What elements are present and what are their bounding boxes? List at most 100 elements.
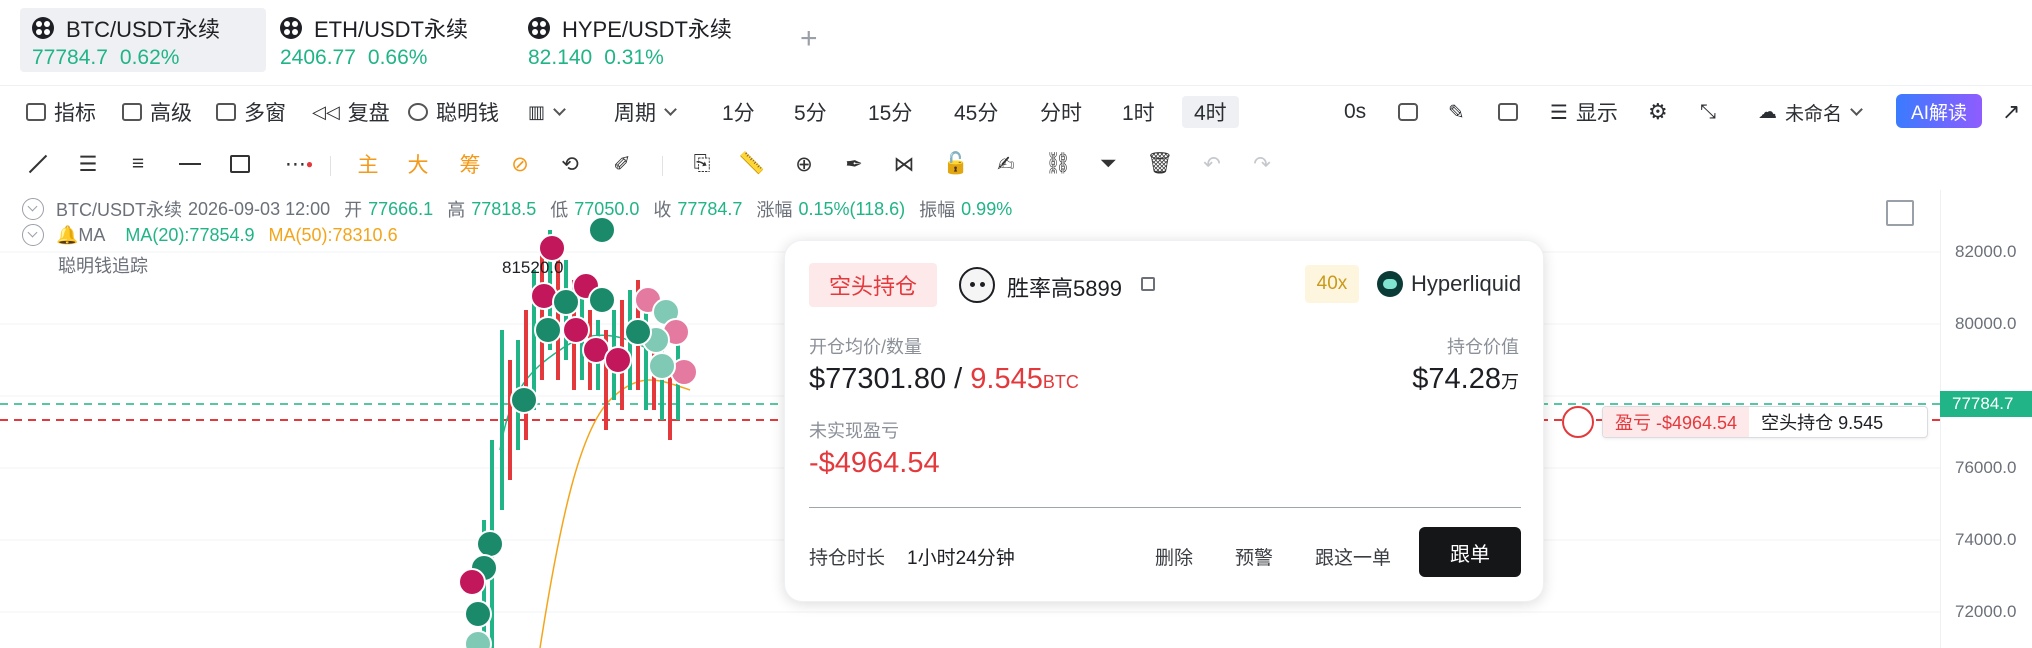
- y-axis: 82000.0 80000.0 76000.0 74000.0 72000.0: [1940, 190, 2032, 648]
- current-price-tag: 77784.7: [1940, 391, 2032, 417]
- magnet-icon[interactable]: ⋈: [892, 152, 916, 176]
- y-tick: 72000.0: [1955, 602, 2017, 621]
- copy-trade-button[interactable]: 跟单: [1419, 527, 1521, 577]
- legend-change: 0.15%(118.6): [798, 198, 906, 219]
- leverage-badge: 40x: [1305, 265, 1359, 303]
- tab-btc[interactable]: BTC/USDT永续 77784.7 0.62%: [20, 8, 266, 72]
- list-icon: ☰: [1550, 101, 1568, 124]
- duration-value: 1小时24分钟: [907, 548, 1015, 569]
- advanced-button[interactable]: 高级: [122, 96, 192, 128]
- rewind-icon: ◁◁: [312, 101, 340, 122]
- display-button[interactable]: ☰ 显示: [1550, 96, 1618, 128]
- smart-money-button[interactable]: 聪明钱: [408, 96, 499, 128]
- chevron-down-icon: [1850, 102, 1863, 116]
- marker-icon[interactable]: ✒: [842, 152, 866, 176]
- multi-window-button[interactable]: 多窗: [216, 96, 286, 128]
- add-tab-button[interactable]: +: [800, 22, 818, 56]
- big-order-toggle[interactable]: 大: [406, 152, 430, 177]
- add-window-icon[interactable]: [1498, 96, 1526, 128]
- ticker-tabs: BTC/USDT永续 77784.7 0.62% ETH/USDT永续 2406.…: [0, 0, 2032, 86]
- interval-1m[interactable]: 1分: [722, 96, 755, 128]
- trash-icon[interactable]: 🗑: [1147, 152, 1174, 176]
- zoom-in-icon[interactable]: ⊕: [792, 152, 816, 176]
- pattern-tool-icon[interactable]: ⊘: [508, 152, 532, 176]
- redo-icon[interactable]: ↷: [1250, 152, 1274, 176]
- camera-icon[interactable]: [1398, 96, 1426, 128]
- candles-icon: ▥: [528, 101, 546, 122]
- collapse-icon[interactable]: ⤡: [1700, 96, 1716, 128]
- bookmark-icon[interactable]: ⎘: [690, 152, 714, 176]
- legend-close: 77784.7: [677, 198, 743, 219]
- replay-button[interactable]: ◁◁ 复盘: [312, 96, 390, 128]
- ma-label: 🔔MA: [56, 224, 106, 245]
- chart-type-dropdown[interactable]: ▥: [528, 96, 566, 128]
- filter-icon[interactable]: ⏷: [1096, 152, 1120, 176]
- period-dropdown[interactable]: 周期: [614, 96, 677, 128]
- bell-icon: 🔔: [56, 224, 79, 245]
- indicators-button[interactable]: 指标: [26, 96, 96, 128]
- ma50-value: MA(50):78310.6: [268, 224, 398, 245]
- tab-change: 0.62%: [119, 46, 180, 69]
- y-tick: 74000.0: [1955, 530, 2017, 549]
- position-value: $74.28万: [1412, 363, 1519, 395]
- ruler-icon[interactable]: 📏: [739, 152, 765, 176]
- share-icon[interactable]: ↗: [2002, 96, 2020, 128]
- alert-button[interactable]: 预警: [1235, 543, 1273, 570]
- delete-button[interactable]: 删除: [1155, 543, 1193, 570]
- y-tick: 76000.0: [1955, 458, 2017, 477]
- indicator-icon: [26, 103, 46, 121]
- link-icon[interactable]: ⛓: [1045, 152, 1072, 176]
- tab-price: 2406.77: [280, 46, 356, 69]
- interval-4h[interactable]: 4时: [1182, 96, 1239, 128]
- interval-5m[interactable]: 5分: [794, 96, 827, 128]
- interval-1h[interactable]: 1时: [1122, 96, 1155, 128]
- y-tick: 82000.0: [1955, 242, 2017, 261]
- layout-dropdown[interactable]: ☁ 未命名: [1758, 96, 1863, 128]
- interval-timeline[interactable]: 分时: [1040, 96, 1082, 128]
- lock-icon[interactable]: 🔓: [943, 152, 969, 176]
- legend-datetime: 2026-09-03 12:00: [188, 198, 331, 219]
- tab-symbol: ETH/USDT永续: [314, 17, 469, 42]
- copy-icon[interactable]: [1141, 277, 1155, 291]
- trader-name[interactable]: 胜率高5899: [1007, 271, 1122, 303]
- rectangle-tool-icon[interactable]: [228, 152, 252, 176]
- collapse-legend-icon[interactable]: [22, 198, 44, 220]
- follow-once-button[interactable]: 跟这一单: [1315, 543, 1391, 570]
- collapse-ma-icon[interactable]: [22, 224, 44, 246]
- countdown-label: 0s: [1344, 100, 1367, 123]
- exchange-name: Hyperliquid: [1411, 271, 1522, 296]
- trader-avatar-icon: [959, 267, 995, 303]
- parallel-lines-icon[interactable]: ☰: [76, 152, 100, 176]
- trendline-tool-icon[interactable]: [26, 152, 50, 176]
- legend-symbol: BTC/USDT永续: [56, 200, 182, 220]
- chip-distribution-toggle[interactable]: 筹: [458, 152, 482, 177]
- position-pnl: 盈亏 -$4964.54: [1603, 407, 1750, 437]
- auto-draw-icon[interactable]: ⟲: [558, 152, 582, 176]
- horizontal-line-icon[interactable]: [178, 152, 202, 176]
- tab-hype[interactable]: HYPE/USDT永续 82.140 0.31%: [516, 8, 776, 72]
- main-indicator-toggle[interactable]: 主: [356, 152, 380, 177]
- tab-eth[interactable]: ETH/USDT永续 2406.77 0.66%: [268, 8, 518, 72]
- tab-change: 0.66%: [367, 46, 428, 69]
- undo-icon[interactable]: ↶: [1200, 152, 1224, 176]
- btc-coin-icon: [32, 17, 54, 39]
- pencil-icon[interactable]: ✎: [1448, 96, 1465, 128]
- fullscreen-icon[interactable]: [1886, 200, 1914, 226]
- horizontal-lines-icon[interactable]: ≡: [126, 152, 150, 176]
- more-tools-icon[interactable]: ⋯ ●: [282, 152, 316, 176]
- duration-label: 持仓时长: [809, 548, 886, 569]
- settings-icon[interactable]: ⚙: [1648, 96, 1668, 128]
- high-annotation: 81520.0: [502, 258, 564, 277]
- edit-drawing-icon[interactable]: ✍: [994, 152, 1018, 176]
- smart-money-track-label: 聪明钱追踪: [58, 256, 148, 276]
- brush-settings-icon[interactable]: ✐: [610, 152, 634, 176]
- chevron-down-icon: [664, 102, 677, 116]
- ai-analysis-button[interactable]: AI解读: [1896, 94, 1982, 128]
- interval-15m[interactable]: 15分: [868, 96, 912, 128]
- tab-symbol: HYPE/USDT永续: [562, 17, 732, 42]
- entry-values: $77301.80 / 9.545BTC: [809, 363, 1079, 395]
- interval-45m[interactable]: 45分: [954, 96, 998, 128]
- legend-open: 77666.1: [368, 198, 434, 219]
- position-tag[interactable]: 盈亏 -$4964.54 空头持仓 9.545: [1602, 406, 1928, 438]
- position-size: 空头持仓 9.545: [1761, 413, 1884, 433]
